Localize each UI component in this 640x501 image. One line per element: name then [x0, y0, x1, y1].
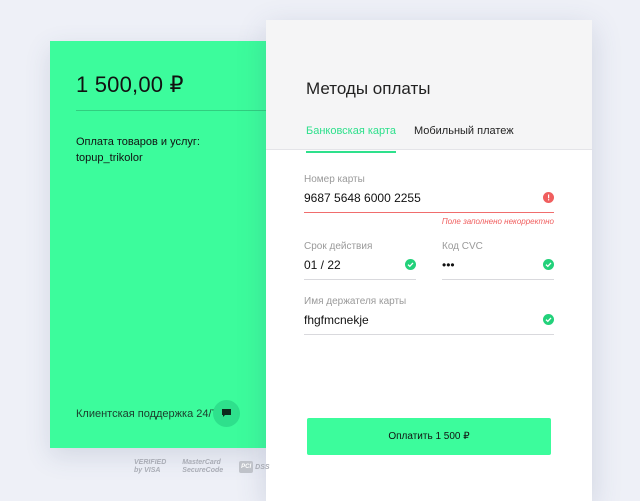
- error-icon: [543, 192, 554, 203]
- security-logos: VERIFIED by VISA MasterCard SecureCode P…: [134, 459, 270, 475]
- expiry-input[interactable]: 01 / 22: [304, 258, 416, 280]
- expiry-field: Срок действия 01 / 22: [304, 241, 416, 280]
- verified-by-visa-logo: VERIFIED by VISA: [134, 459, 166, 475]
- pci-dss-text: DSS: [255, 463, 270, 471]
- cvc-label: Код CVC: [442, 241, 483, 252]
- card-number-label: Номер карты: [304, 174, 365, 185]
- order-description-line2: topup_trikolor: [76, 152, 143, 164]
- cardholder-label: Имя держателя карты: [304, 296, 407, 307]
- cardholder-value: fhgfmcnekje: [304, 313, 369, 327]
- order-summary-panel: 1 500,00 ₽ Оплата товаров и услуг: topup…: [50, 41, 266, 448]
- mc-logo-line1: MasterCard: [182, 459, 221, 466]
- card-number-value: 9687 5648 6000 2255: [304, 191, 421, 205]
- order-amount: 1 500,00 ₽: [76, 72, 184, 97]
- check-icon: [543, 259, 554, 270]
- pci-badge: PCI: [239, 461, 254, 473]
- visa-logo-line2: by VISA: [134, 467, 161, 474]
- payment-form-panel: Методы оплаты Банковская карта Мобильный…: [266, 20, 592, 501]
- tab-mobile-payment[interactable]: Мобильный платеж: [414, 125, 514, 153]
- summary-divider: [76, 110, 266, 111]
- expiry-value: 01 / 22: [304, 258, 341, 272]
- order-description: Оплата товаров и услуг: topup_trikolor: [76, 134, 200, 166]
- card-number-field: Номер карты 9687 5648 6000 2255 Поле зап…: [304, 174, 554, 226]
- expiry-label: Срок действия: [304, 241, 373, 252]
- tab-bank-card[interactable]: Банковская карта: [306, 125, 396, 153]
- cvc-value: •••: [442, 258, 455, 272]
- visa-logo-line1: VERIFIED: [134, 459, 167, 466]
- pay-button[interactable]: Оплатить 1 500 ₽: [307, 418, 551, 455]
- cardholder-input[interactable]: fhgfmcnekje: [304, 313, 554, 335]
- chat-bubble-icon: [221, 405, 232, 423]
- mastercard-securecode-logo: MasterCard SecureCode: [182, 459, 223, 475]
- support-label: Клиентская поддержка 24/7: [76, 408, 218, 420]
- check-icon: [405, 259, 416, 270]
- cvc-input[interactable]: •••: [442, 258, 554, 280]
- card-number-error: Поле заполнено некорректно: [441, 217, 554, 226]
- pci-dss-logo: PCI DSS: [239, 461, 270, 473]
- payment-method-tabs: Банковская карта Мобильный платеж: [306, 125, 532, 153]
- mc-logo-line2: SecureCode: [182, 467, 224, 474]
- support-chat-button[interactable]: [213, 400, 240, 427]
- cvc-field: Код CVC •••: [442, 241, 554, 280]
- page-title: Методы оплаты: [306, 79, 431, 98]
- check-icon: [543, 314, 554, 325]
- cardholder-field: Имя держателя карты fhgfmcnekje: [304, 296, 554, 335]
- card-number-input[interactable]: 9687 5648 6000 2255: [304, 191, 554, 213]
- order-description-line1: Оплата товаров и услуг:: [76, 136, 200, 148]
